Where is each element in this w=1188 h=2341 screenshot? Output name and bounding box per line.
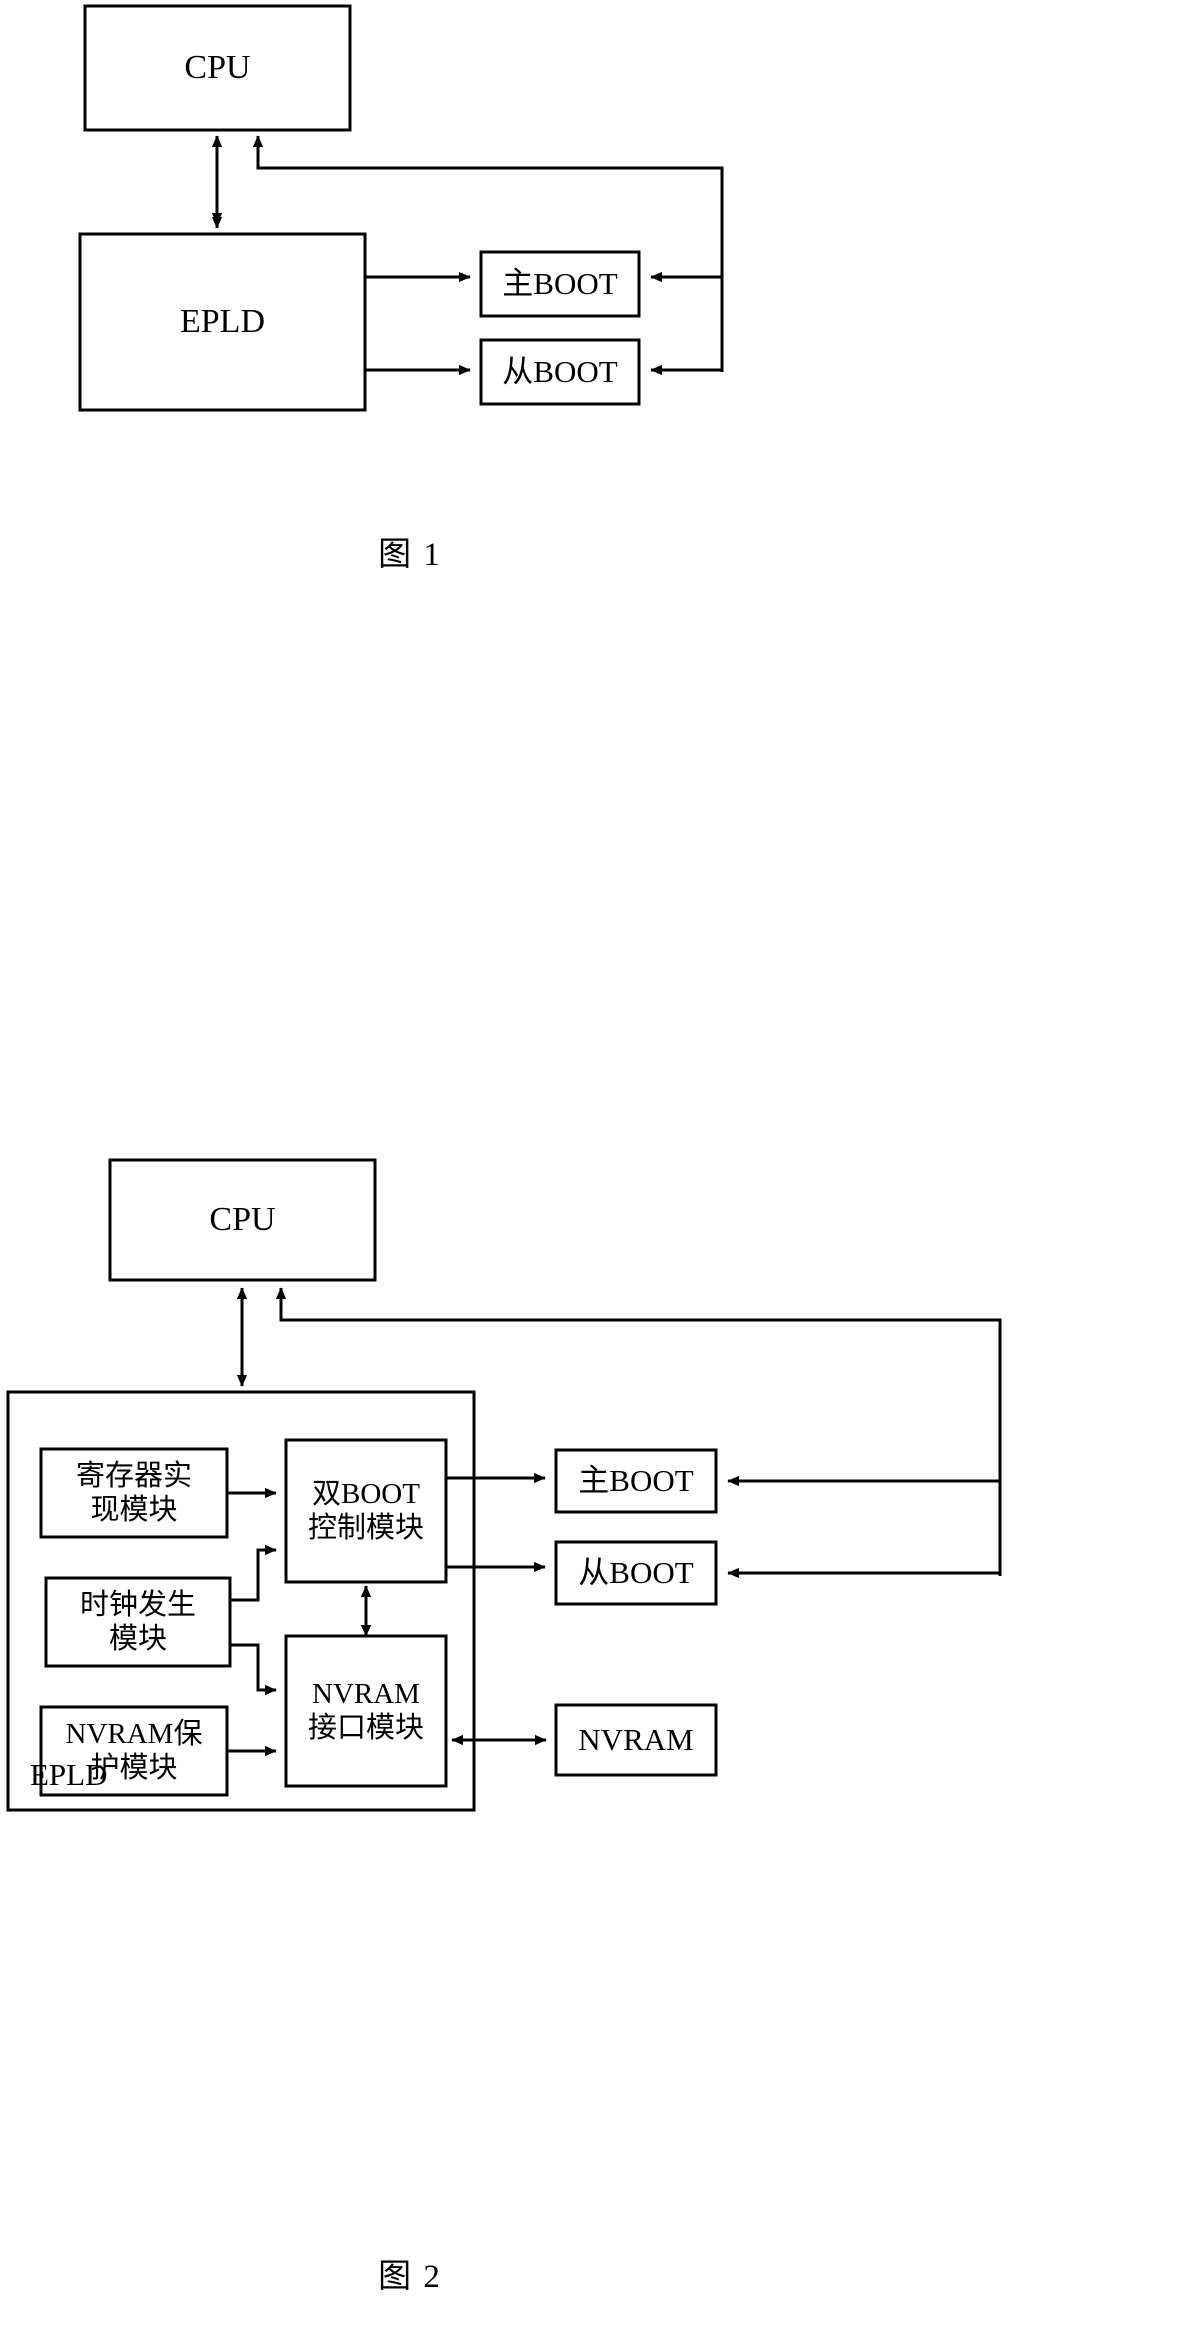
fig1-main-boot-box xyxy=(479,250,641,318)
fig2-nvram-interface-box xyxy=(284,1634,448,1788)
fig2-dual-boot-control-box xyxy=(284,1438,448,1584)
fig2-slave-boot-box xyxy=(554,1540,718,1606)
fig2-clock-module-box xyxy=(44,1576,232,1668)
fig2-caption: 图 2 xyxy=(378,2259,442,2295)
fig1-caption: 图 1 xyxy=(378,537,442,573)
fig2-main-boot-box xyxy=(554,1448,718,1514)
diagram-page: CPU EPLD 主BOOT 从BOOT 图 1 CPU EPLD 寄存器实 现… xyxy=(0,0,1188,2341)
fig1-cpu-box xyxy=(83,4,352,132)
fig2-epld-container-label: EPLD xyxy=(30,1757,108,1792)
fig2-cpu-box xyxy=(108,1158,377,1282)
fig1-slave-boot-box xyxy=(479,338,641,406)
fig2-nvram-box xyxy=(554,1703,718,1777)
fig2-register-module-box xyxy=(39,1447,229,1539)
fig1-epld-box xyxy=(78,232,367,412)
diagram-canvas xyxy=(6,4,1002,1812)
